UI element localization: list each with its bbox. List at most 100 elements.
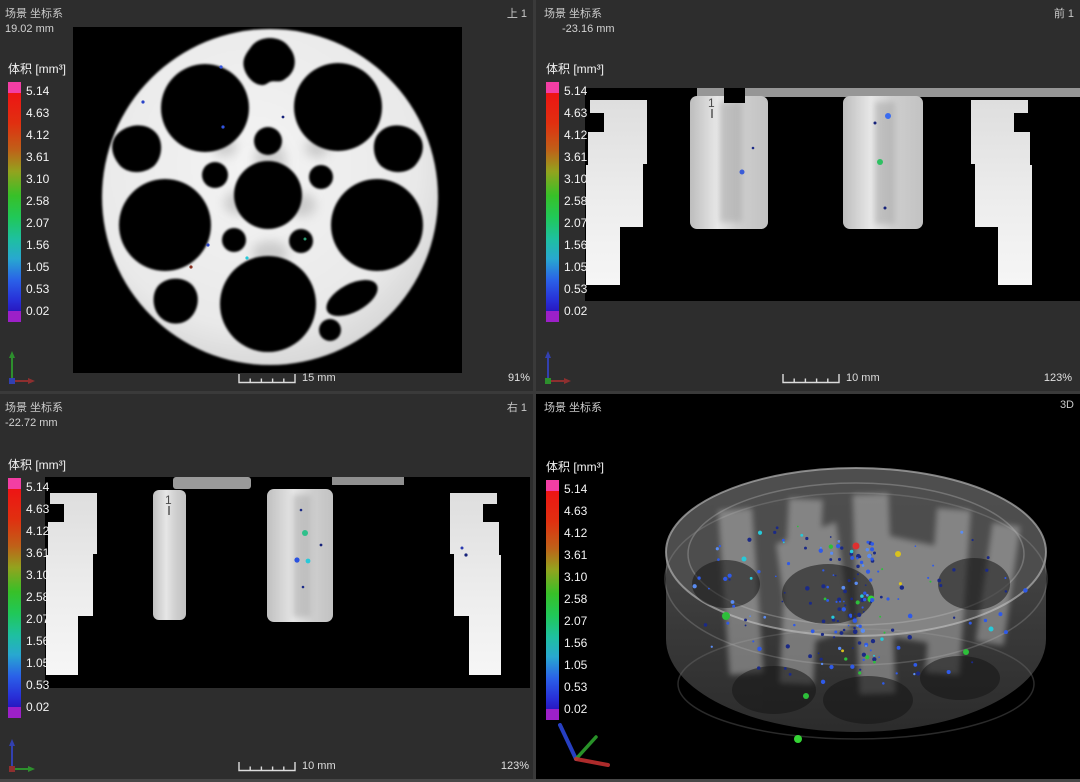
legend-value: 0.53 [564, 283, 587, 295]
view-name-badge: 3D [1060, 399, 1074, 411]
legend-overflow-swatch [8, 82, 21, 93]
volume-color-legend: 体积 [mm³] 5.144.634.123.613.102.582.071.5… [546, 458, 604, 720]
slice-image-front[interactable]: 1 [585, 88, 1080, 301]
legend-value: 0.02 [564, 305, 587, 317]
legend-values: 5.144.634.123.613.102.582.071.561.050.53… [564, 483, 587, 715]
defect-annotation-number: 1 [165, 493, 172, 507]
legend-value: 0.53 [26, 283, 49, 295]
slice-image-right[interactable]: 1 [45, 477, 530, 688]
view-name-badge: 上 1 [507, 5, 527, 21]
scale-bar-label: 15 mm [302, 372, 336, 384]
part-top-face [697, 88, 1080, 97]
legend-gradient-bar [8, 82, 21, 322]
legend-value: 0.53 [26, 679, 49, 691]
legend-value: 4.12 [564, 129, 587, 141]
legend-value: 3.10 [564, 173, 587, 185]
legend-value: 2.58 [564, 195, 587, 207]
axis-triad-icon [544, 715, 616, 773]
scene-coordinate-label: 场景 坐标系 [544, 5, 602, 21]
viewport-right-view: 场景 坐标系 -22.72 mm 右 1 体积 [mm³] 5.144.634.… [0, 394, 533, 779]
slice-position-value: -23.16 mm [562, 23, 615, 35]
slice-image-top[interactable] [73, 27, 462, 373]
viewport-3d-view: 场景 坐标系 3D 体积 [mm³] 5.144.634.123.613.102… [536, 394, 1080, 779]
legend-value: 0.02 [26, 701, 49, 713]
legend-value: 1.05 [26, 261, 49, 273]
legend-values: 5.144.634.123.613.102.582.071.561.050.53… [26, 85, 49, 317]
legend-gradient [8, 93, 21, 311]
volume-color-legend: 体积 [mm³] 5.144.634.123.613.102.582.071.5… [546, 60, 604, 322]
legend-value: 0.02 [564, 703, 587, 715]
scene-coordinate-label: 场景 坐标系 [5, 5, 63, 21]
ruler-icon [782, 373, 840, 384]
legend-underflow-swatch [546, 709, 559, 720]
legend-underflow-swatch [546, 311, 559, 322]
legend-value: 1.56 [564, 239, 587, 251]
ruler-icon [238, 373, 296, 384]
slice-position-value: 19.02 mm [5, 23, 54, 35]
legend-value: 4.63 [26, 107, 49, 119]
legend-title: 体积 [mm³] [546, 458, 604, 475]
legend-title: 体积 [mm³] [8, 456, 66, 473]
legend-values: 5.144.634.123.613.102.582.071.561.050.53… [26, 481, 49, 713]
outer-wall-right [450, 493, 501, 675]
legend-underflow-swatch [8, 707, 21, 718]
legend-value: 3.61 [564, 151, 587, 163]
legend-value: 4.63 [26, 503, 49, 515]
legend-value: 3.61 [564, 549, 587, 561]
legend-value: 0.53 [564, 681, 587, 693]
zoom-percentage: 123% [501, 760, 529, 772]
legend-gradient [546, 491, 559, 709]
legend-gradient-bar [8, 478, 21, 718]
legend-value: 4.12 [564, 527, 587, 539]
legend-value: 0.02 [26, 305, 49, 317]
part-top-face [173, 477, 251, 489]
legend-underflow-swatch [8, 311, 21, 322]
axis-gizmo-icon [3, 348, 37, 386]
axis-gizmo-icon [3, 736, 37, 774]
zoom-percentage: 91% [508, 372, 530, 384]
top-face-notch [724, 88, 745, 103]
legend-value: 1.05 [26, 657, 49, 669]
axis-gizmo-icon [539, 348, 573, 386]
slice-position-value: -22.72 mm [5, 417, 58, 429]
legend-value: 3.61 [26, 151, 49, 163]
legend-value: 4.63 [564, 505, 587, 517]
scene-coordinate-label: 场景 坐标系 [544, 399, 602, 415]
outer-wall-right [971, 100, 1032, 285]
ruler-icon [238, 761, 296, 772]
legend-gradient [546, 93, 559, 311]
part-top-face [332, 477, 404, 485]
legend-value: 3.61 [26, 547, 49, 559]
legend-value: 5.14 [26, 481, 49, 493]
viewport-top-view: 场景 坐标系 19.02 mm 上 1 体积 [mm³] 5.14 4.63 4.1… [0, 0, 533, 391]
legend-value: 2.58 [26, 195, 49, 207]
legend-value: 5.14 [564, 85, 587, 97]
legend-value: 1.05 [564, 659, 587, 671]
scale-bar: 10 mm [782, 372, 880, 384]
legend-value: 1.05 [564, 261, 587, 273]
scale-bar: 15 mm [238, 372, 336, 384]
legend-gradient-bar [546, 82, 559, 322]
3d-render[interactable] [536, 394, 1080, 779]
legend-overflow-swatch [546, 82, 559, 93]
view-name-badge: 前 1 [1054, 5, 1074, 21]
scale-bar-label: 10 mm [846, 372, 880, 384]
legend-value: 2.07 [564, 615, 587, 627]
legend-value: 4.12 [26, 129, 49, 141]
legend-overflow-swatch [546, 480, 559, 491]
legend-value: 5.14 [564, 483, 587, 495]
volume-color-legend: 体积 [mm³] 5.144.634.123.613.102.582.071.5… [8, 60, 66, 322]
legend-value: 3.10 [26, 569, 49, 581]
legend-values: 5.144.634.123.613.102.582.071.561.050.53… [564, 85, 587, 317]
scale-bar-label: 10 mm [302, 760, 336, 772]
application-window: 场景 坐标系 19.02 mm 上 1 体积 [mm³] 5.14 4.63 4.1… [0, 0, 1080, 782]
legend-value: 2.07 [26, 613, 49, 625]
legend-value: 5.14 [26, 85, 49, 97]
volume-color-legend: 体积 [mm³] 5.144.634.123.613.102.582.071.5… [8, 456, 66, 718]
legend-value: 4.63 [564, 107, 587, 119]
legend-gradient [8, 489, 21, 707]
legend-overflow-swatch [8, 478, 21, 489]
legend-value: 1.56 [26, 635, 49, 647]
bore-wall-shading [720, 102, 742, 222]
legend-title: 体积 [mm³] [8, 60, 66, 77]
